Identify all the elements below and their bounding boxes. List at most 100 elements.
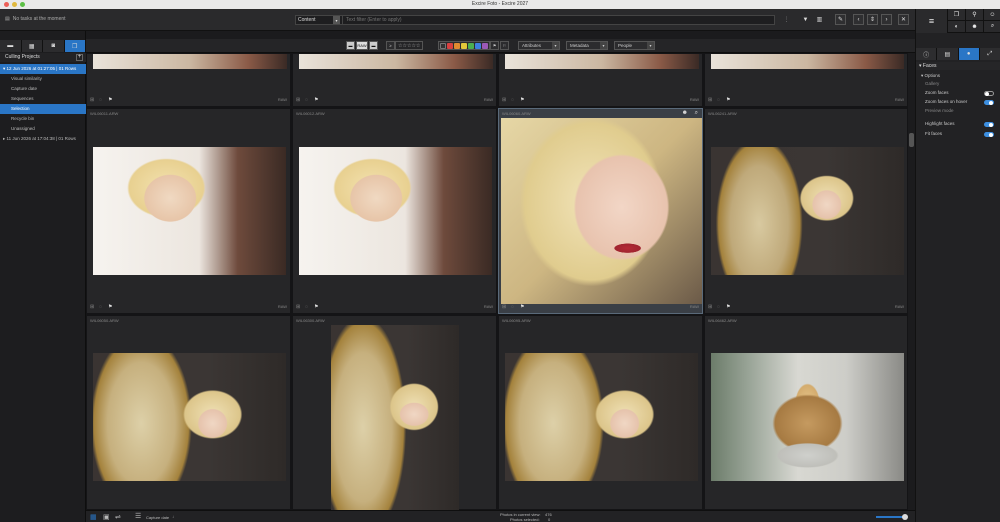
project-item[interactable]: ▸ 11 Jun 2026 at 17:04:38 | 01 Rows bbox=[0, 134, 86, 144]
stack-icon[interactable]: ❐ bbox=[947, 9, 965, 21]
zoom-window-icon[interactable] bbox=[20, 2, 25, 7]
photo-cell[interactable]: WIL06095.ARW bbox=[498, 315, 703, 510]
metadata-select[interactable]: Metadata ▾ bbox=[566, 41, 608, 50]
flag-icon[interactable]: ⚑ bbox=[108, 304, 112, 310]
add-project-button[interactable]: + bbox=[76, 54, 83, 61]
stack-icon[interactable]: ⊞ bbox=[296, 304, 300, 310]
reject-icon[interactable]: ◌ bbox=[717, 97, 720, 103]
project-item[interactable]: ▾ 12 Jun 2026 at 01:27:05 | 01 Rows bbox=[0, 64, 86, 74]
histogram-icon[interactable]: ▥ bbox=[814, 14, 825, 25]
filter-options-icon[interactable]: ⋮ bbox=[781, 14, 792, 25]
stack-icon[interactable]: ⊞ bbox=[90, 97, 94, 103]
single-view-icon[interactable]: ▣ bbox=[103, 513, 110, 521]
raw-filter-button[interactable]: RAW bbox=[356, 41, 368, 50]
color-label-orange[interactable] bbox=[454, 43, 460, 49]
video-filter-button[interactable]: ▬ bbox=[369, 41, 378, 50]
photo-cell[interactable]: WIL06011.ARW ⊞ ◌ ⚑ RAW bbox=[86, 108, 291, 314]
expand-icon[interactable]: ⤢ bbox=[979, 48, 1000, 60]
filter-field-select[interactable]: Content ▾ bbox=[296, 16, 343, 24]
reject-icon[interactable]: ◌ bbox=[305, 97, 308, 103]
stack-icon[interactable]: ⊞ bbox=[296, 97, 300, 103]
flag-icon[interactable]: ⚑ bbox=[108, 97, 112, 103]
grid-scrollbar[interactable] bbox=[908, 53, 915, 510]
sort-icon[interactable]: ☰ bbox=[135, 512, 141, 520]
faces-icon[interactable]: ☻ bbox=[682, 110, 688, 116]
rating-operator-button[interactable]: ≥ bbox=[386, 41, 395, 50]
sidebar-item-visual-similarity[interactable]: Visual similarity bbox=[0, 74, 86, 84]
stack-icon[interactable]: ⊞ bbox=[708, 304, 712, 310]
person-icon[interactable]: ☺ bbox=[983, 9, 1000, 21]
sidebar-item-sequences[interactable]: Sequences bbox=[0, 94, 86, 104]
zoom-icon[interactable]: ⌕ bbox=[695, 110, 698, 117]
attributes-select[interactable]: Attributes ▾ bbox=[518, 41, 560, 50]
zoom-faces-toggle[interactable] bbox=[984, 91, 994, 96]
flag-icon[interactable]: ⚑ bbox=[520, 304, 524, 310]
photo-cell-selected[interactable]: WIL06060.ARW ☻ ⌕ ⊞ ◌ ⚑ RAW bbox=[498, 108, 703, 314]
photo-cell[interactable]: ⊞ ◌ ⚑ RAW bbox=[292, 53, 497, 107]
color-label-blue[interactable] bbox=[475, 43, 481, 49]
color-label-red[interactable] bbox=[447, 43, 453, 49]
next-icon[interactable]: › bbox=[881, 14, 892, 25]
stack-icon[interactable]: ⊞ bbox=[502, 97, 506, 103]
stack-icon[interactable]: ⊞ bbox=[90, 304, 94, 310]
collections-icon[interactable]: ▦ bbox=[21, 40, 43, 52]
zoom-faces-hover-toggle[interactable] bbox=[984, 100, 994, 105]
fit-icon[interactable]: ⇕ bbox=[867, 14, 878, 25]
photo-cell[interactable]: WIL06241.ARW ⊞ ◌ ⚑ RAW bbox=[704, 108, 908, 314]
photo-cell[interactable]: WIL06462.ARW bbox=[704, 315, 908, 510]
stack-icon[interactable]: ⊞ bbox=[502, 304, 506, 310]
color-label-purple[interactable] bbox=[482, 43, 488, 49]
close-window-icon[interactable] bbox=[4, 2, 9, 7]
camera-icon[interactable]: ◙ bbox=[43, 40, 65, 52]
flag-icon[interactable]: ⚑ bbox=[314, 97, 318, 103]
edit-icon[interactable]: ✎ bbox=[835, 14, 846, 25]
photo-cell[interactable]: WIL06050.ARW bbox=[86, 315, 291, 510]
reject-icon[interactable]: ◌ bbox=[99, 304, 102, 310]
metadata-icon[interactable]: ▤ bbox=[937, 48, 959, 60]
search-icon[interactable]: ⌕ bbox=[983, 21, 1000, 33]
reject-filter-icon[interactable]: ⚐ bbox=[500, 41, 509, 50]
sidebar-item-capture-date[interactable]: Capture date bbox=[0, 84, 86, 94]
flag-filter-icon[interactable]: ⚑ bbox=[490, 41, 499, 50]
color-label-yellow[interactable] bbox=[461, 43, 467, 49]
reject-icon[interactable]: ◌ bbox=[511, 304, 514, 310]
thumbnail-size-slider[interactable] bbox=[876, 514, 908, 520]
flag-icon[interactable]: ⚑ bbox=[520, 97, 524, 103]
photo-cell[interactable]: ⊞ ◌ ⚑ RAW bbox=[704, 53, 908, 107]
no-color-label[interactable] bbox=[440, 43, 446, 49]
fit-faces-toggle[interactable] bbox=[984, 132, 994, 137]
sort-direction-icon[interactable]: ↓ bbox=[172, 514, 174, 519]
photo-cell[interactable]: ⊞ ◌ ⚑ RAW bbox=[86, 53, 291, 107]
faces-panel-title[interactable]: ▾ Faces bbox=[916, 62, 1000, 70]
info-icon[interactable]: ⓘ bbox=[916, 48, 938, 60]
culling-icon[interactable]: ❐ bbox=[64, 40, 86, 52]
list-edit-icon[interactable]: ≡ bbox=[916, 9, 947, 33]
color-label-green[interactable] bbox=[468, 43, 474, 49]
people-select[interactable]: People ▾ bbox=[614, 41, 655, 50]
folder-icon[interactable]: ▬ bbox=[0, 40, 22, 52]
minimize-window-icon[interactable] bbox=[12, 2, 17, 7]
sort-label[interactable]: Capture date bbox=[146, 515, 169, 520]
sidebar-item-selection[interactable]: Selection bbox=[0, 104, 86, 114]
people-icon[interactable]: ☻ bbox=[965, 21, 983, 33]
previous-icon[interactable]: ‹ bbox=[853, 14, 864, 25]
grid-view-icon[interactable]: ▦ bbox=[90, 513, 97, 521]
scrollbar-thumb[interactable] bbox=[909, 133, 914, 147]
location-pin-icon[interactable]: ⚲ bbox=[965, 9, 983, 21]
close-icon[interactable]: ✕ bbox=[898, 14, 909, 25]
sidebar-item-recycle-bin[interactable]: Recycle bin bbox=[0, 114, 86, 124]
jpeg-filter-button[interactable]: ▬ bbox=[346, 41, 355, 50]
rating-stars[interactable]: ☆☆☆☆☆ bbox=[395, 41, 424, 50]
flag-icon[interactable]: ⚑ bbox=[314, 304, 318, 310]
reject-icon[interactable]: ◌ bbox=[511, 97, 514, 103]
filter-input[interactable] bbox=[343, 16, 774, 24]
flag-icon[interactable]: ⚑ bbox=[726, 304, 730, 310]
reject-icon[interactable]: ◌ bbox=[99, 97, 102, 103]
flag-icon[interactable]: ⚑ bbox=[726, 97, 730, 103]
highlight-faces-toggle[interactable] bbox=[984, 122, 994, 127]
sidebar-item-unassigned[interactable]: Unassigned bbox=[0, 124, 86, 134]
stack-icon[interactable]: ⊞ bbox=[708, 97, 712, 103]
reject-icon[interactable]: ◌ bbox=[305, 304, 308, 310]
photo-cell[interactable]: WIL06300.ARW bbox=[292, 315, 497, 511]
options-section[interactable]: ▾ Options bbox=[921, 72, 996, 80]
